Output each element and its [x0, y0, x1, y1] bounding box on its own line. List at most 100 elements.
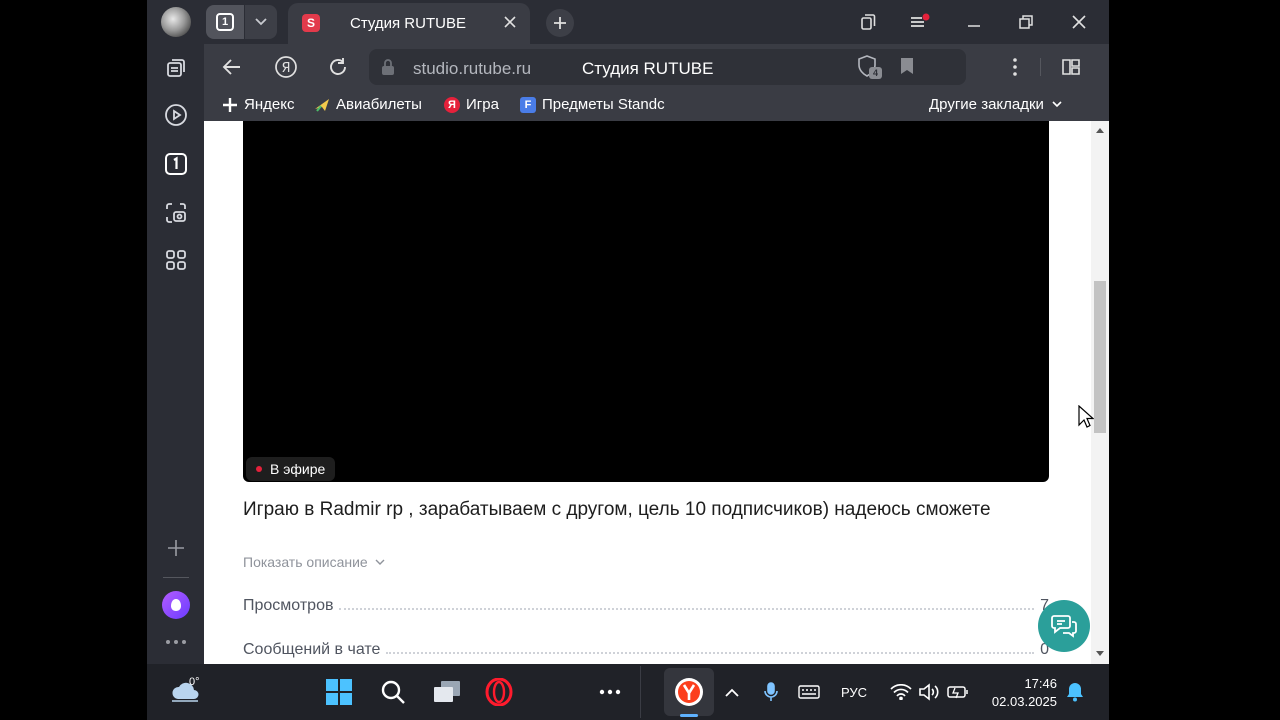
svg-text:Я: Я	[281, 61, 290, 76]
address-page-title: Студия RUTUBE	[582, 59, 714, 78]
yandex-browser-icon[interactable]	[673, 676, 705, 708]
yandex-logo-icon[interactable]: Я	[271, 53, 301, 81]
stat-dots	[386, 652, 1035, 654]
more-apps-icon[interactable]	[594, 676, 626, 708]
more-vertical-icon[interactable]	[1000, 53, 1030, 81]
restore-icon[interactable]	[1012, 8, 1040, 36]
protect-shield-icon[interactable]: 4	[857, 55, 883, 81]
page-content: В эфире Играю в Radmir rp , зарабатываем…	[204, 121, 1109, 664]
rutube-favicon-icon: S	[302, 14, 320, 32]
other-bookmarks-label: Другие закладки	[929, 96, 1044, 113]
live-label: В эфире	[270, 461, 326, 477]
close-window-icon[interactable]	[1065, 8, 1093, 36]
other-bookmarks[interactable]: Другие закладки	[929, 96, 1062, 113]
toolbar-divider	[1040, 58, 1041, 76]
tab-count: 1	[216, 13, 234, 31]
scroll-down-icon[interactable]	[1096, 651, 1104, 657]
bookmark-aviabilety[interactable]: Авиабилеты	[314, 96, 422, 113]
weather-temp: 0°	[189, 676, 200, 688]
extensions-icon[interactable]	[1056, 53, 1086, 81]
plane-icon	[314, 97, 330, 113]
minimize-icon[interactable]	[960, 8, 988, 36]
tab-close-icon[interactable]	[500, 12, 520, 32]
reload-icon[interactable]	[323, 53, 353, 81]
alice-assistant-icon[interactable]	[161, 590, 191, 620]
live-dot-icon	[256, 466, 262, 472]
video-player[interactable]: В эфире	[243, 121, 1049, 482]
clock-date: 02.03.2025	[991, 694, 1057, 709]
bookmark-predmety[interactable]: F Предметы Standc	[520, 96, 692, 113]
more-dots-icon[interactable]	[161, 627, 191, 657]
collections-icon[interactable]	[161, 53, 191, 83]
bookmarks-bar: Яндекс Авиабилеты Я Игра F Предметы Stan…	[204, 90, 1109, 121]
tab-list-dropdown[interactable]	[245, 5, 277, 39]
address-toolbar: Я studio.rutube.ru Студия RUTUBE 4	[204, 44, 1109, 90]
stat-label: Сообщений в чате	[243, 641, 381, 658]
bookmark-yandex[interactable]: Яндекс	[222, 96, 294, 113]
url-text: studio.rutube.ru	[413, 59, 532, 78]
scrollbar-thumb[interactable]	[1094, 281, 1106, 433]
chevron-down-icon	[1052, 101, 1062, 108]
stream-title: Играю в Radmir rp , зарабатываем с друго…	[243, 499, 991, 520]
menu-icon[interactable]	[906, 8, 934, 36]
volume-icon[interactable]	[913, 676, 945, 708]
address-bar[interactable]: studio.rutube.ru Студия RUTUBE 4	[369, 49, 966, 85]
lock-icon	[382, 59, 394, 75]
mouse-cursor-icon	[1078, 405, 1094, 428]
bookmark-icon[interactable]	[900, 57, 914, 75]
tab-count-button[interactable]: 1	[206, 5, 244, 39]
input-language[interactable]: РУС	[841, 685, 867, 700]
tab-rutube-studio[interactable]: S Студия RUTUBE	[288, 3, 530, 44]
bookmark-igra[interactable]: Я Игра	[444, 96, 499, 113]
screen: 1 S Студия RUTUBE Я studio.rutube.ru Сту…	[0, 0, 1280, 720]
show-hidden-icons-icon[interactable]	[716, 676, 748, 708]
taskbar-divider	[640, 666, 641, 718]
bookmark-label: Предметы Standc	[542, 96, 665, 113]
live-badge: В эфире	[246, 457, 336, 481]
chevron-down-icon	[375, 559, 385, 565]
support-chat-button[interactable]	[1038, 600, 1090, 652]
yandex-icon: Я	[444, 96, 460, 113]
opera-icon[interactable]	[483, 676, 515, 708]
tab-title: Студия RUTUBE	[350, 15, 466, 32]
windows-taskbar: 0° РУС 17:46 02.03.2025	[147, 664, 1109, 720]
screenshot-icon[interactable]	[161, 198, 191, 228]
stat-dots	[339, 608, 1035, 610]
apps-grid-icon[interactable]	[161, 245, 191, 275]
chevron-down-icon	[255, 18, 267, 26]
back-icon[interactable]	[217, 53, 247, 81]
plus-icon	[554, 17, 566, 29]
task-view-icon[interactable]	[431, 676, 463, 708]
microphone-icon[interactable]	[755, 676, 787, 708]
protect-badge: 4	[869, 67, 882, 79]
chat-bubbles-icon	[1051, 615, 1077, 638]
bookmark-label: Яндекс	[244, 96, 295, 113]
sidebar-divider	[163, 577, 189, 578]
clock-time: 17:46	[1024, 676, 1057, 691]
tabs-sync-icon[interactable]	[854, 8, 882, 36]
bookmark-label: Авиабилеты	[336, 96, 422, 113]
scroll-up-icon[interactable]	[1096, 127, 1104, 133]
tab-bar: 1 S Студия RUTUBE	[204, 0, 1109, 44]
page-scrollbar[interactable]	[1091, 121, 1109, 664]
search-icon[interactable]	[377, 676, 409, 708]
tab-counter-icon[interactable]	[161, 149, 191, 179]
stat-label: Просмотров	[243, 597, 334, 614]
battery-icon[interactable]	[942, 676, 974, 708]
browser-sidebar	[147, 0, 204, 664]
show-description-label: Показать описание	[243, 554, 368, 570]
windows-start-icon[interactable]	[323, 676, 355, 708]
user-avatar[interactable]	[161, 7, 191, 37]
plus-icon	[222, 97, 238, 113]
show-description-link[interactable]: Показать описание	[243, 554, 385, 570]
f-icon: F	[520, 96, 536, 113]
browser-window: 1 S Студия RUTUBE Я studio.rutube.ru Сту…	[147, 0, 1109, 720]
add-panel-icon[interactable]	[161, 533, 191, 563]
stat-row-chat-messages: Сообщений в чате 0	[243, 637, 1049, 659]
active-app-indicator	[680, 714, 698, 717]
play-icon[interactable]	[161, 100, 191, 130]
notifications-icon[interactable]	[1059, 676, 1091, 708]
new-tab-button[interactable]	[546, 9, 574, 37]
system-clock[interactable]: 17:46 02.03.2025	[983, 675, 1057, 711]
keyboard-icon[interactable]	[793, 676, 825, 708]
